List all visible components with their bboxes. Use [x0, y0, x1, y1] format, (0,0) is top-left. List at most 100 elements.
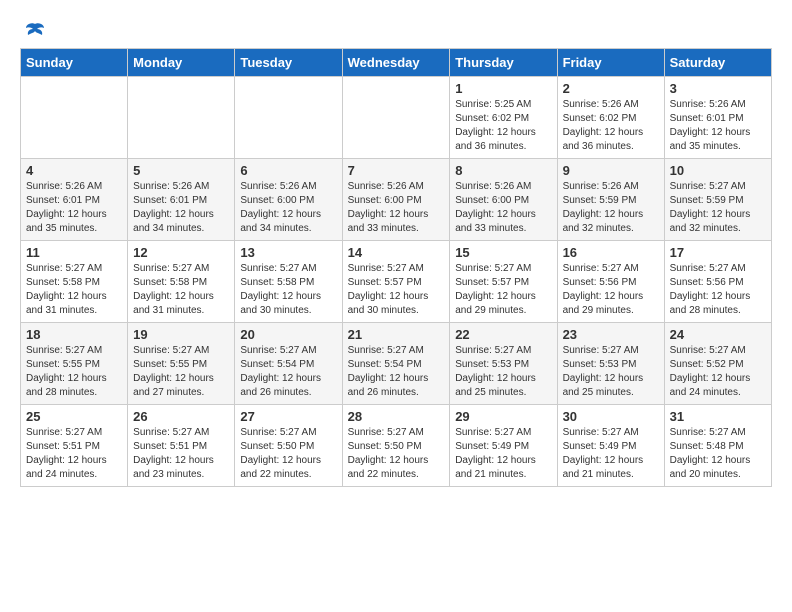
- day-info: Sunrise: 5:27 AM Sunset: 5:54 PM Dayligh…: [348, 344, 445, 400]
- day-info: Sunrise: 5:27 AM Sunset: 5:48 PM Dayligh…: [670, 426, 766, 482]
- day-number: 8: [455, 163, 551, 178]
- calendar-cell: 2 Sunrise: 5:26 AM Sunset: 6:02 PM Daylig…: [557, 77, 664, 159]
- calendar-cell: 1 Sunrise: 5:25 AM Sunset: 6:02 PM Daylig…: [450, 77, 557, 159]
- calendar-cell: [235, 77, 342, 159]
- day-number: 24: [670, 327, 766, 342]
- calendar-cell: [342, 77, 450, 159]
- day-number: 15: [455, 245, 551, 260]
- calendar-cell: 5 Sunrise: 5:26 AM Sunset: 6:01 PM Daylig…: [128, 159, 235, 241]
- calendar-cell: 14 Sunrise: 5:27 AM Sunset: 5:57 PM Dayli…: [342, 241, 450, 323]
- day-info: Sunrise: 5:27 AM Sunset: 5:53 PM Dayligh…: [455, 344, 551, 400]
- calendar-cell: 27Sunrise: 5:27 AM Sunset: 5:50 PM Dayli…: [235, 405, 342, 487]
- day-info: Sunrise: 5:26 AM Sunset: 6:00 PM Dayligh…: [455, 180, 551, 236]
- day-number: 2: [563, 81, 659, 96]
- calendar-header-sunday: Sunday: [21, 49, 128, 77]
- calendar-week-row: 11 Sunrise: 5:27 AM Sunset: 5:58 PM Dayli…: [21, 241, 772, 323]
- day-number: 13: [240, 245, 336, 260]
- day-info: Sunrise: 5:27 AM Sunset: 5:53 PM Dayligh…: [563, 344, 659, 400]
- calendar-cell: 8 Sunrise: 5:26 AM Sunset: 6:00 PM Daylig…: [450, 159, 557, 241]
- day-info: Sunrise: 5:27 AM Sunset: 5:58 PM Dayligh…: [133, 262, 229, 318]
- logo-bird-icon: [24, 20, 46, 42]
- calendar-week-row: 25 Sunrise: 5:27 AM Sunset: 5:51 PM Dayli…: [21, 405, 772, 487]
- calendar-cell: 18 Sunrise: 5:27 AM Sunset: 5:55 PM Dayli…: [21, 323, 128, 405]
- day-info: Sunrise: 5:27 AM Sunset: 5:57 PM Dayligh…: [455, 262, 551, 318]
- day-info: Sunrise: 5:27 AM Sunset: 5:49 PM Dayligh…: [563, 426, 659, 482]
- day-number: 14: [348, 245, 445, 260]
- day-info: Sunrise: 5:27 AM Sunset: 5:58 PM Dayligh…: [26, 262, 122, 318]
- calendar-cell: 4 Sunrise: 5:26 AM Sunset: 6:01 PM Daylig…: [21, 159, 128, 241]
- calendar-week-row: 4 Sunrise: 5:26 AM Sunset: 6:01 PM Daylig…: [21, 159, 772, 241]
- day-info: Sunrise: 5:27 AM Sunset: 5:57 PM Dayligh…: [348, 262, 445, 318]
- day-info: Sunrise: 5:27 AM Sunset: 5:56 PM Dayligh…: [563, 262, 659, 318]
- calendar-week-row: 18 Sunrise: 5:27 AM Sunset: 5:55 PM Dayli…: [21, 323, 772, 405]
- day-info: Sunrise: 5:26 AM Sunset: 6:00 PM Dayligh…: [240, 180, 336, 236]
- day-info: Sunrise: 5:27 AM Sunset: 5:59 PM Dayligh…: [670, 180, 766, 236]
- day-info: Sunrise: 5:27 AM Sunset: 5:50 PM Dayligh…: [348, 426, 445, 482]
- day-number: 23: [563, 327, 659, 342]
- day-number: 12: [133, 245, 229, 260]
- day-info: Sunrise: 5:26 AM Sunset: 6:01 PM Dayligh…: [670, 98, 766, 154]
- day-info: Sunrise: 5:27 AM Sunset: 5:56 PM Dayligh…: [670, 262, 766, 318]
- day-info: Sunrise: 5:27 AM Sunset: 5:55 PM Dayligh…: [133, 344, 229, 400]
- calendar-cell: 25 Sunrise: 5:27 AM Sunset: 5:51 PM Dayli…: [21, 405, 128, 487]
- calendar-cell: 9 Sunrise: 5:26 AM Sunset: 5:59 PM Daylig…: [557, 159, 664, 241]
- day-number: 1: [455, 81, 551, 96]
- header: [20, 20, 772, 40]
- day-info: Sunrise: 5:26 AM Sunset: 6:01 PM Dayligh…: [26, 180, 122, 236]
- day-number: 9: [563, 163, 659, 178]
- calendar-cell: 28 Sunrise: 5:27 AM Sunset: 5:50 PM Dayli…: [342, 405, 450, 487]
- day-info: Sunrise: 5:26 AM Sunset: 6:01 PM Dayligh…: [133, 180, 229, 236]
- calendar-cell: [21, 77, 128, 159]
- calendar-cell: 10 Sunrise: 5:27 AM Sunset: 5:59 PM Dayli…: [664, 159, 771, 241]
- calendar-cell: 29 Sunrise: 5:27 AM Sunset: 5:49 PM Dayli…: [450, 405, 557, 487]
- day-info: Sunrise: 5:27 AM Sunset: 5:51 PM Dayligh…: [26, 426, 122, 482]
- calendar-cell: 11 Sunrise: 5:27 AM Sunset: 5:58 PM Dayli…: [21, 241, 128, 323]
- day-number: 20: [240, 327, 336, 342]
- day-info: Sunrise: 5:27 AM Sunset: 5:58 PM Dayligh…: [240, 262, 336, 318]
- day-info: Sunrise: 5:26 AM Sunset: 6:02 PM Dayligh…: [563, 98, 659, 154]
- calendar-cell: 26 Sunrise: 5:27 AM Sunset: 5:51 PM Dayli…: [128, 405, 235, 487]
- calendar-table: SundayMondayTuesdayWednesdayThursdayFrid…: [20, 48, 772, 487]
- calendar-header-monday: Monday: [128, 49, 235, 77]
- day-number: 5: [133, 163, 229, 178]
- day-info: Sunrise: 5:27 AM Sunset: 5:55 PM Dayligh…: [26, 344, 122, 400]
- calendar-cell: 20Sunrise: 5:27 AM Sunset: 5:54 PM Dayli…: [235, 323, 342, 405]
- calendar-cell: 31Sunrise: 5:27 AM Sunset: 5:48 PM Dayli…: [664, 405, 771, 487]
- day-number: 22: [455, 327, 551, 342]
- day-number: 30: [563, 409, 659, 424]
- day-number: 7: [348, 163, 445, 178]
- calendar-cell: 30 Sunrise: 5:27 AM Sunset: 5:49 PM Dayli…: [557, 405, 664, 487]
- day-info: Sunrise: 5:27 AM Sunset: 5:49 PM Dayligh…: [455, 426, 551, 482]
- calendar-header-saturday: Saturday: [664, 49, 771, 77]
- day-number: 10: [670, 163, 766, 178]
- day-number: 21: [348, 327, 445, 342]
- day-info: Sunrise: 5:26 AM Sunset: 5:59 PM Dayligh…: [563, 180, 659, 236]
- calendar-cell: [128, 77, 235, 159]
- calendar-cell: 6 Sunrise: 5:26 AM Sunset: 6:00 PM Daylig…: [235, 159, 342, 241]
- calendar-cell: 17 Sunrise: 5:27 AM Sunset: 5:56 PM Dayli…: [664, 241, 771, 323]
- calendar-header-row: SundayMondayTuesdayWednesdayThursdayFrid…: [21, 49, 772, 77]
- day-number: 19: [133, 327, 229, 342]
- calendar-cell: 12 Sunrise: 5:27 AM Sunset: 5:58 PM Dayli…: [128, 241, 235, 323]
- day-info: Sunrise: 5:27 AM Sunset: 5:52 PM Dayligh…: [670, 344, 766, 400]
- day-number: 25: [26, 409, 122, 424]
- calendar-header-thursday: Thursday: [450, 49, 557, 77]
- calendar-cell: 7 Sunrise: 5:26 AM Sunset: 6:00 PM Daylig…: [342, 159, 450, 241]
- day-info: Sunrise: 5:27 AM Sunset: 5:51 PM Dayligh…: [133, 426, 229, 482]
- day-number: 18: [26, 327, 122, 342]
- day-number: 28: [348, 409, 445, 424]
- day-number: 27: [240, 409, 336, 424]
- day-number: 4: [26, 163, 122, 178]
- calendar-header-tuesday: Tuesday: [235, 49, 342, 77]
- day-number: 6: [240, 163, 336, 178]
- calendar-cell: 3Sunrise: 5:26 AM Sunset: 6:01 PM Daylig…: [664, 77, 771, 159]
- day-info: Sunrise: 5:26 AM Sunset: 6:00 PM Dayligh…: [348, 180, 445, 236]
- day-number: 17: [670, 245, 766, 260]
- day-number: 11: [26, 245, 122, 260]
- calendar-header-wednesday: Wednesday: [342, 49, 450, 77]
- day-number: 29: [455, 409, 551, 424]
- calendar-cell: 15 Sunrise: 5:27 AM Sunset: 5:57 PM Dayli…: [450, 241, 557, 323]
- day-number: 16: [563, 245, 659, 260]
- day-info: Sunrise: 5:25 AM Sunset: 6:02 PM Dayligh…: [455, 98, 551, 154]
- day-number: 26: [133, 409, 229, 424]
